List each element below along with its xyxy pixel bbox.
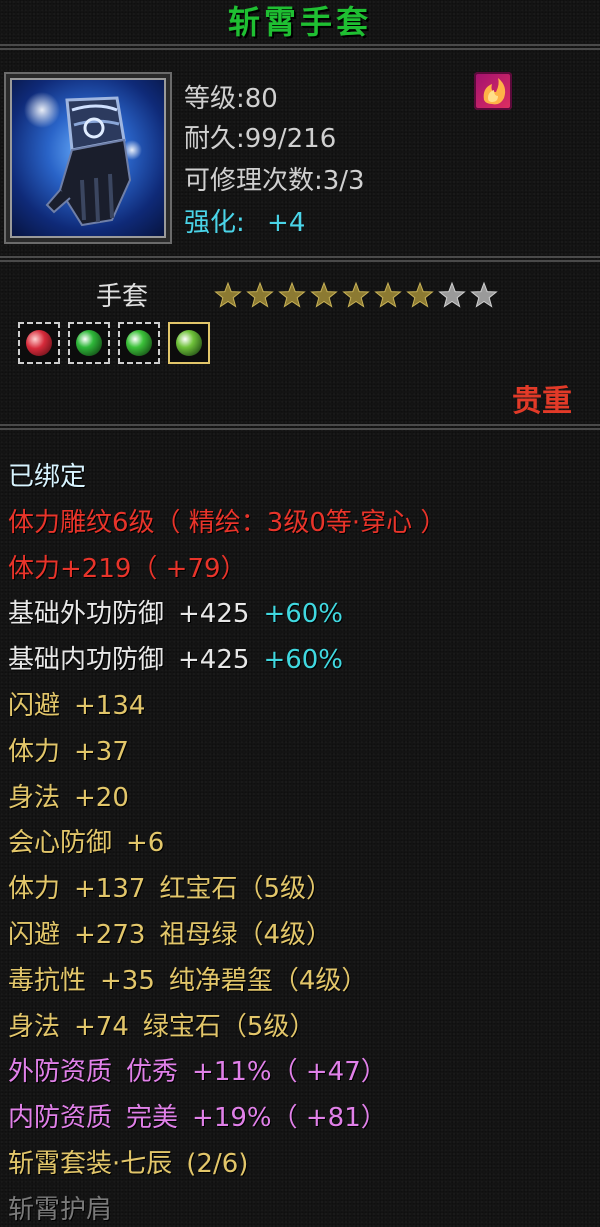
attr-label: 身法 [8, 783, 61, 813]
emerald-gem-icon [76, 330, 102, 356]
star-filled-icon [310, 281, 338, 308]
item-repair-count: 可修理次数:3/3 [184, 166, 365, 196]
attr-stamina: 体力 +37 [8, 731, 129, 768]
item-enhance: 强化: +4 [184, 202, 305, 239]
item-rarity: 贵重 [512, 384, 572, 419]
attr-engraving: 体力雕纹6级（ 精绘：3级0等·穿心 ） [8, 502, 446, 539]
attr-value: 纯净碧玺（4级） [168, 966, 368, 996]
attr-label: 身法 [8, 1012, 61, 1042]
attr-label: 基础内功防御 [8, 645, 165, 675]
gem-socket[interactable] [68, 322, 110, 364]
attr-label: 闪避 [8, 920, 61, 950]
attr-value: 优秀 [126, 1057, 179, 1087]
attr-label: 体力+219（ +79） [8, 554, 247, 584]
attr-value: 红宝石（5级） [159, 874, 332, 904]
attr-label: 基础外功防御 [8, 599, 165, 629]
attr-value: +74 [74, 1012, 129, 1042]
attr-label: 会心防御 [8, 828, 113, 858]
ruby-gem-icon [26, 330, 52, 356]
gem-socket[interactable] [18, 322, 60, 364]
star-empty-icon [470, 281, 498, 308]
attr-value: +19%（ +81） [192, 1103, 387, 1133]
attr-label: 闪避 [8, 691, 61, 721]
attr-value: +137 [74, 874, 146, 904]
attr-outer-defense: 基础外功防御 +425 +60% [8, 593, 343, 630]
attr-gem-green: 身法 +74 绿宝石（5级） [8, 1006, 315, 1043]
attr-gem-jade: 毒抗性 +35 纯净碧玺（4级） [8, 960, 367, 997]
attr-inner-defense: 基础内功防御 +425 +60% [8, 639, 343, 676]
attr-label: 外防资质 [8, 1057, 113, 1087]
attr-value: +425 [178, 599, 250, 629]
attributes-divider [0, 424, 600, 430]
attr-outer-quality: 外防资质 优秀 +11%（ +47） [8, 1051, 387, 1088]
enhance-label: 强化: [184, 208, 245, 238]
item-title: 斩霄手套 [227, 3, 372, 41]
attr-set-item-shoulder: 斩霄护肩 [8, 1189, 112, 1226]
attr-value: +35 [100, 966, 155, 996]
attr-gem-ruby: 体力 +137 红宝石（5级） [8, 868, 332, 905]
gem-socket[interactable] [168, 322, 210, 364]
attr-value: +20 [74, 783, 129, 813]
gauntlet-icon [10, 78, 166, 238]
enhance-value: +4 [267, 208, 306, 238]
item-durability: 耐久:99/216 [184, 124, 337, 154]
attr-gem-emerald: 闪避 +273 祖母绿（4级） [8, 914, 332, 951]
attr-value: +11%（ +47） [192, 1057, 387, 1087]
attr-label: 毒抗性 [8, 966, 87, 996]
attr-label: 体力雕纹6级（ 精绘：3级0等·穿心 ） [8, 508, 447, 538]
attr-label: 体力 [8, 874, 61, 904]
attr-bound-status: 已绑定 [8, 456, 86, 493]
emerald-gem-icon [126, 330, 152, 356]
attr-value: +425 [178, 645, 250, 675]
title-divider [0, 44, 600, 50]
attr-label: 斩霄套装·七辰 [8, 1149, 173, 1179]
attr-set-bonus: 斩霄套装·七辰 (2/6) [8, 1143, 248, 1180]
attr-value: (2/6) [186, 1149, 249, 1179]
attr-label: 内防资质 [8, 1103, 113, 1133]
item-level: 等级:80 [184, 84, 278, 114]
attr-value: 祖母绿（4级） [159, 920, 332, 950]
attr-stamina-bonus: 体力+219（ +79） [8, 548, 247, 585]
item-type: 手套 [96, 282, 149, 312]
star-filled-icon [246, 281, 274, 308]
star-filled-icon [342, 281, 370, 308]
attr-dodge: 闪避 +134 [8, 685, 145, 722]
attr-value: +273 [74, 920, 146, 950]
attr-bonus-percent: +60% [263, 599, 344, 629]
attr-inner-quality: 内防资质 完美 +19%（ +81） [8, 1097, 387, 1134]
attr-agility: 身法 +20 [8, 777, 129, 814]
attr-crit-defense: 会心防御 +6 [8, 822, 164, 859]
star-empty-icon [438, 281, 466, 308]
attr-label: 体力 [8, 737, 61, 767]
star-rating [214, 281, 498, 308]
attr-bonus-percent: +60% [263, 645, 344, 675]
attr-value: +134 [74, 691, 146, 721]
attr-value: 完美 [126, 1103, 179, 1133]
attr-value: +6 [126, 828, 165, 858]
attr-value: 绿宝石（5级） [142, 1012, 316, 1042]
attr-label: 斩霄护肩 [8, 1195, 113, 1225]
attr-label: 已绑定 [8, 462, 87, 492]
jade-gem-icon [176, 330, 202, 356]
star-filled-icon [214, 281, 242, 308]
header-divider [0, 256, 600, 262]
star-filled-icon [406, 281, 434, 308]
fire-element-icon [474, 72, 512, 110]
star-filled-icon [374, 281, 402, 308]
star-filled-icon [278, 281, 306, 308]
attr-value: +37 [74, 737, 129, 767]
item-icon-frame [4, 72, 172, 244]
gem-socket[interactable] [118, 322, 160, 364]
